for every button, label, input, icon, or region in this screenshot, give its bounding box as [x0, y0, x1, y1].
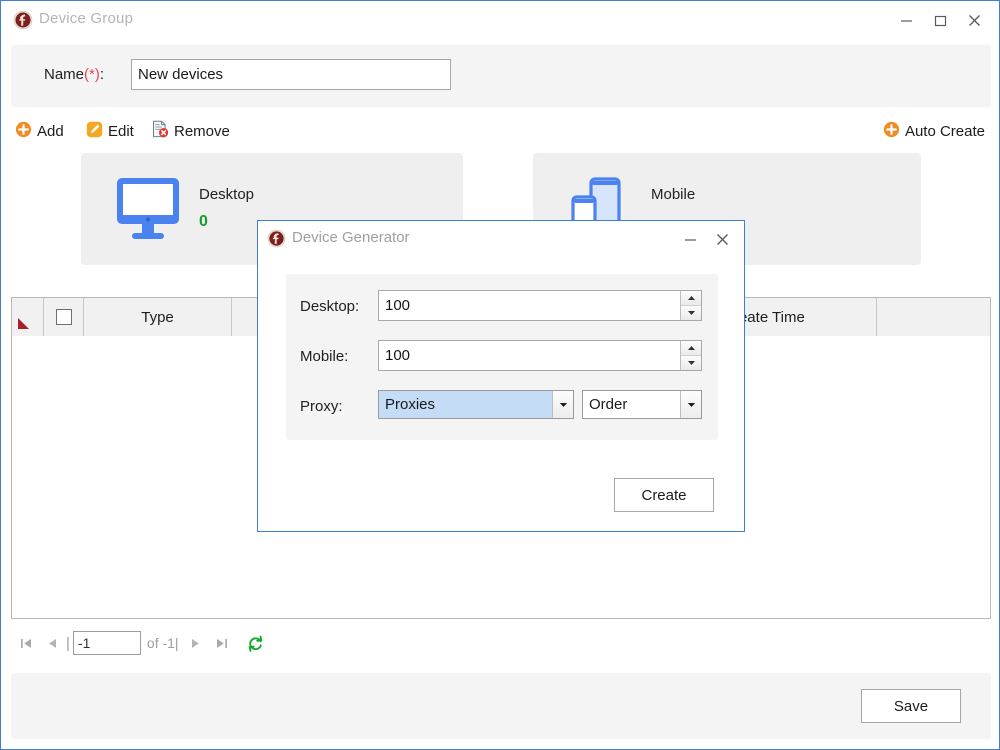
proxy-order-select[interactable]: Order: [582, 390, 702, 419]
row-marker-header: [12, 298, 44, 336]
mobile-stepper-buttons: [680, 341, 701, 370]
dialog-titlebar: Device Generator: [258, 221, 744, 257]
desktop-count-input[interactable]: [379, 291, 680, 320]
column-header-type-label: Type: [141, 308, 174, 326]
desktop-count-label: Desktop:: [300, 298, 360, 315]
next-page-icon[interactable]: [183, 629, 209, 657]
desktop-card-title: Desktop: [199, 186, 255, 203]
create-button[interactable]: Create: [614, 478, 714, 512]
refresh-icon[interactable]: [241, 629, 271, 657]
remove-label: Remove: [174, 122, 230, 140]
remove-icon: [151, 120, 169, 142]
desktop-stepper-down-icon[interactable]: [681, 306, 701, 320]
mobile-card-title: Mobile: [651, 186, 696, 203]
mobile-stepper-up-icon[interactable]: [681, 341, 701, 356]
first-page-icon[interactable]: [13, 629, 39, 657]
app-logo-icon: [13, 10, 33, 30]
proxy-select[interactable]: Proxies: [378, 390, 574, 419]
close-icon[interactable]: [706, 226, 738, 252]
page-number-input[interactable]: [72, 631, 141, 655]
previous-page-icon[interactable]: [39, 629, 65, 657]
last-page-icon[interactable]: [209, 629, 235, 657]
add-button[interactable]: Add: [15, 117, 64, 145]
remove-button[interactable]: Remove: [151, 117, 230, 145]
toolbar: Add Edit Remove Auto Create: [1, 117, 999, 147]
edit-label: Edit: [108, 122, 134, 140]
auto-create-button[interactable]: Auto Create: [883, 117, 985, 145]
dialog-window-controls: [674, 226, 738, 252]
edit-icon: [86, 121, 103, 142]
maximize-icon[interactable]: [923, 7, 957, 33]
name-panel: Name(*):: [11, 45, 991, 107]
column-header-type[interactable]: Type: [84, 298, 232, 336]
chevron-down-icon[interactable]: [680, 391, 701, 418]
mobile-count-label: Mobile:: [300, 348, 349, 365]
required-asterisk: (*): [84, 66, 100, 83]
desktop-monitor-icon: [113, 175, 183, 243]
window-controls: [889, 7, 991, 33]
app-logo-icon: [267, 229, 286, 248]
select-all-header[interactable]: [44, 298, 84, 336]
edit-button[interactable]: Edit: [86, 117, 134, 145]
select-all-checkbox[interactable]: [55, 309, 72, 325]
proxy-select-value: Proxies: [379, 391, 552, 418]
save-button[interactable]: Save: [861, 689, 961, 723]
pager-divider-left: |: [66, 634, 70, 652]
mobile-count-input[interactable]: [379, 341, 680, 370]
mobile-stepper-down-icon[interactable]: [681, 356, 701, 370]
window-title: Device Group: [39, 10, 134, 27]
auto-create-plus-icon: [883, 121, 900, 142]
desktop-stepper-buttons: [680, 291, 701, 320]
auto-create-label: Auto Create: [904, 122, 985, 140]
close-icon[interactable]: [957, 7, 991, 33]
name-field-label: Name(*):: [44, 66, 105, 83]
add-label: Add: [37, 122, 64, 140]
proxy-label: Proxy:: [300, 398, 343, 415]
footer-bar: Save: [11, 673, 991, 739]
group-name-input[interactable]: [131, 59, 451, 90]
mobile-count-stepper[interactable]: [378, 340, 702, 371]
minimize-icon[interactable]: [674, 226, 706, 252]
device-generator-dialog: Device Generator Desktop: 100 Mobile: 10…: [257, 220, 745, 532]
window-titlebar: Device Group: [1, 1, 999, 39]
sort-marker-icon: [18, 318, 29, 329]
generator-fields-panel: Desktop: Mobile:: [286, 274, 718, 440]
chevron-down-icon[interactable]: [552, 391, 573, 418]
dialog-title: Device Generator: [292, 229, 410, 246]
minimize-icon[interactable]: [889, 7, 923, 33]
add-icon: [15, 121, 32, 142]
desktop-card-count: 0: [199, 213, 208, 230]
desktop-count-stepper[interactable]: [378, 290, 702, 321]
proxy-order-select-value: Order: [589, 396, 628, 413]
device-group-window: Device Group Name(*): New devices Add Ed…: [0, 0, 1000, 750]
desktop-stepper-up-icon[interactable]: [681, 291, 701, 306]
column-header-blank-3[interactable]: [877, 298, 990, 336]
page-total-label: of -1|: [146, 635, 179, 651]
pagination-bar: | of -1|: [13, 625, 271, 661]
